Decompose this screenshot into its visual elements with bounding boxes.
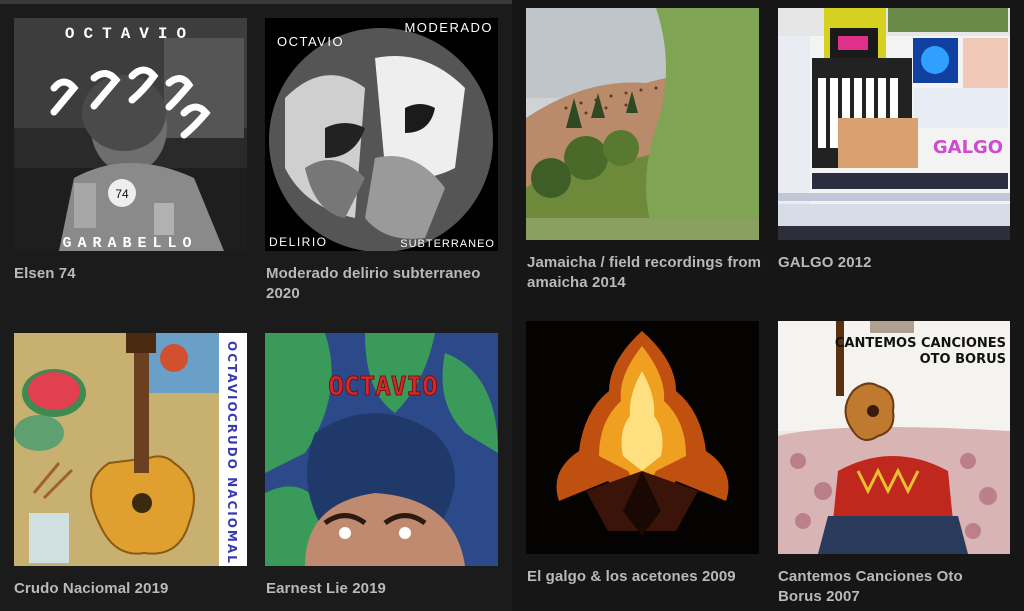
cover-art-jamaicha [526,8,759,240]
cover-art-moderado: OCTAVIO MODERADO DELIRIO SUBTERRANEO [265,18,498,251]
cover-art-elsen: 74 OCTAVIO GARABELLO [14,18,247,251]
cover-art-galgo: GALGO [778,8,1010,240]
cover-art-crudo: OCTAVIO CRUDO NACIOMAL [14,333,247,566]
album-title[interactable]: Moderado delirio subterraneo 2020 [266,264,506,304]
album-cover-galgo[interactable]: GALGO [778,8,1010,240]
album-title[interactable]: GALGO 2012 [778,253,1018,273]
album-title[interactable]: Cantemos Canciones Oto Borus 2007 [778,567,1008,607]
cover-tr-text: MODERADO [404,20,493,35]
album-title[interactable]: Jamaicha / field recordings from amaicha… [527,253,767,293]
album-title[interactable]: Earnest Lie 2019 [266,579,506,599]
cover-bl-text: DELIRIO [269,235,328,249]
cover-bottom-text: GARABELLO [62,235,197,251]
cover-word: OCTAVIO [328,372,438,402]
album-cover-jamaicha[interactable] [526,8,759,240]
album-title[interactable]: El galgo & los acetones 2009 [527,567,767,587]
cover-side-text-1: OCTAVIO [225,341,239,414]
cover-art-acetones [526,321,759,554]
cover-line2: OTO BORUS [920,352,1006,367]
album-cover-acetones[interactable] [526,321,759,554]
album-cover-earnest-lie[interactable]: OCTAVIO [265,333,498,566]
album-cover-crudo[interactable]: OCTAVIO CRUDO NACIOMAL [14,333,247,566]
album-title[interactable]: Crudo Naciomal 2019 [14,579,254,599]
cover-line1: CANTEMOS CANCIONES [835,336,1006,351]
album-cover-cantemos[interactable]: CANTEMOS CANCIONES OTO BORUS [778,321,1010,554]
cover-side-text-2: CRUDO NACIOMAL [225,413,239,565]
cover-tl-text: OCTAVIO [277,34,344,49]
album-cover-moderado[interactable]: OCTAVIO MODERADO DELIRIO SUBTERRANEO [265,18,498,251]
cover-top-text: OCTAVIO [65,25,195,43]
album-title[interactable]: Elsen 74 [14,264,254,284]
cover-art-cantemos: CANTEMOS CANCIONES OTO BORUS [778,321,1010,554]
album-cover-elsen-74[interactable]: 74 OCTAVIO GARABELLO [14,18,247,251]
cover-br-text: SUBTERRANEO [400,238,495,250]
cover-word: GALGO [933,137,1003,158]
cover-badge: 74 [115,187,129,201]
cover-art-earnest: OCTAVIO [265,333,498,566]
